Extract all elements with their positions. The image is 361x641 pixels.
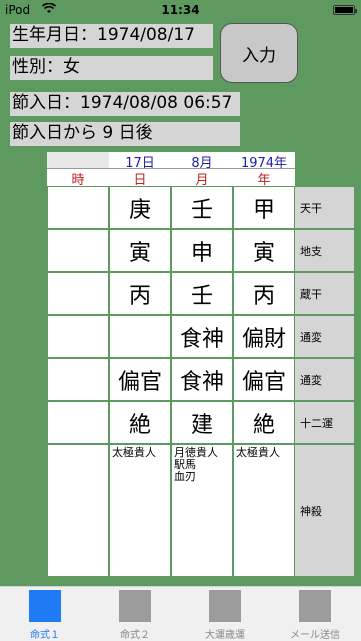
days-after-field: 節入日から 9 日後 <box>10 122 240 146</box>
header-month-value: 8月 <box>171 152 233 171</box>
pillar-cell: 太極貴人 <box>109 444 171 577</box>
tab-bar: 命式１ 命式２ 大運歳運 メール送信 <box>0 586 361 641</box>
header-year: 年 <box>233 169 295 188</box>
row-label: 通変 <box>295 315 355 358</box>
setsuiri-date-field: 節入日：1974/08/08 06:57 <box>10 92 240 116</box>
tab-taiun-saiun[interactable]: 大運歳運 <box>180 587 270 641</box>
meishiki-1-icon <box>29 590 61 622</box>
pillar-cell <box>109 315 171 358</box>
tab-meishiki-1[interactable]: 命式１ <box>0 587 90 641</box>
tab-meishiki-2[interactable]: 命式２ <box>90 587 180 641</box>
pillar-cell <box>47 444 109 577</box>
status-bar: iPod 11:34 <box>0 0 361 20</box>
row-label: 通変 <box>295 358 355 401</box>
pillar-cell: 絶 <box>109 401 171 444</box>
pillar-cell <box>47 315 109 358</box>
meishiki-2-icon <box>119 590 151 622</box>
row-label: 神殺 <box>295 444 355 577</box>
header-year-value: 1974年 <box>233 152 295 171</box>
input-button[interactable]: 入力 <box>220 23 298 83</box>
tab-label: 命式１ <box>30 630 60 641</box>
pillar-cell: 偏財 <box>233 315 295 358</box>
pillar-cell: 壬 <box>171 186 233 229</box>
pillar-cell: 申 <box>171 229 233 272</box>
taiun-icon <box>209 590 241 622</box>
pillar-cell: 食神 <box>171 315 233 358</box>
tab-label: 大運歳運 <box>205 630 245 641</box>
row-label: 地支 <box>295 229 355 272</box>
row-label: 十二運 <box>295 401 355 444</box>
header-blank <box>47 152 109 169</box>
pillar-cell <box>47 358 109 401</box>
pillar-cell: 食神 <box>171 358 233 401</box>
gender-field: 性別：女 <box>10 56 213 80</box>
header-day: 日 <box>109 169 171 188</box>
pillar-cell: 丙 <box>109 272 171 315</box>
pillar-cell <box>47 401 109 444</box>
row-label: 蔵干 <box>295 272 355 315</box>
pillar-cell: 壬 <box>171 272 233 315</box>
pillar-cell: 月徳貴人 駅馬 血刃 <box>171 444 233 577</box>
tab-label: メール送信 <box>290 630 340 641</box>
pillar-cell <box>47 186 109 229</box>
pillar-cell: 太極貴人 <box>233 444 295 577</box>
row-label: 天干 <box>295 186 355 229</box>
pillar-cell: 寅 <box>233 229 295 272</box>
tab-label: 命式２ <box>120 630 150 641</box>
pillar-cell <box>47 229 109 272</box>
header-day-value: 17日 <box>109 152 171 171</box>
pillar-cell: 庚 <box>109 186 171 229</box>
pillar-cell: 建 <box>171 401 233 444</box>
header-hour: 時 <box>47 169 109 188</box>
mail-icon <box>299 590 331 622</box>
header-month: 月 <box>171 169 233 188</box>
pillar-cell: 偏官 <box>233 358 295 401</box>
pillar-cell: 甲 <box>233 186 295 229</box>
tab-mail-send[interactable]: メール送信 <box>270 587 360 641</box>
pillar-cell: 絶 <box>233 401 295 444</box>
pillar-cell: 寅 <box>109 229 171 272</box>
pillar-cell: 丙 <box>233 272 295 315</box>
meishiki-chart: 17日 8月 1974年 時 日 月 年 庚壬甲天干寅申寅地支丙壬丙蔵干 食神 偏財… <box>47 152 355 577</box>
battery-icon <box>333 5 357 15</box>
pillar-cell: 偏官 <box>109 358 171 401</box>
pillar-cell <box>47 272 109 315</box>
birthdate-field: 生年月日：1974/08/17 <box>10 24 213 48</box>
clock: 11:34 <box>161 3 200 17</box>
